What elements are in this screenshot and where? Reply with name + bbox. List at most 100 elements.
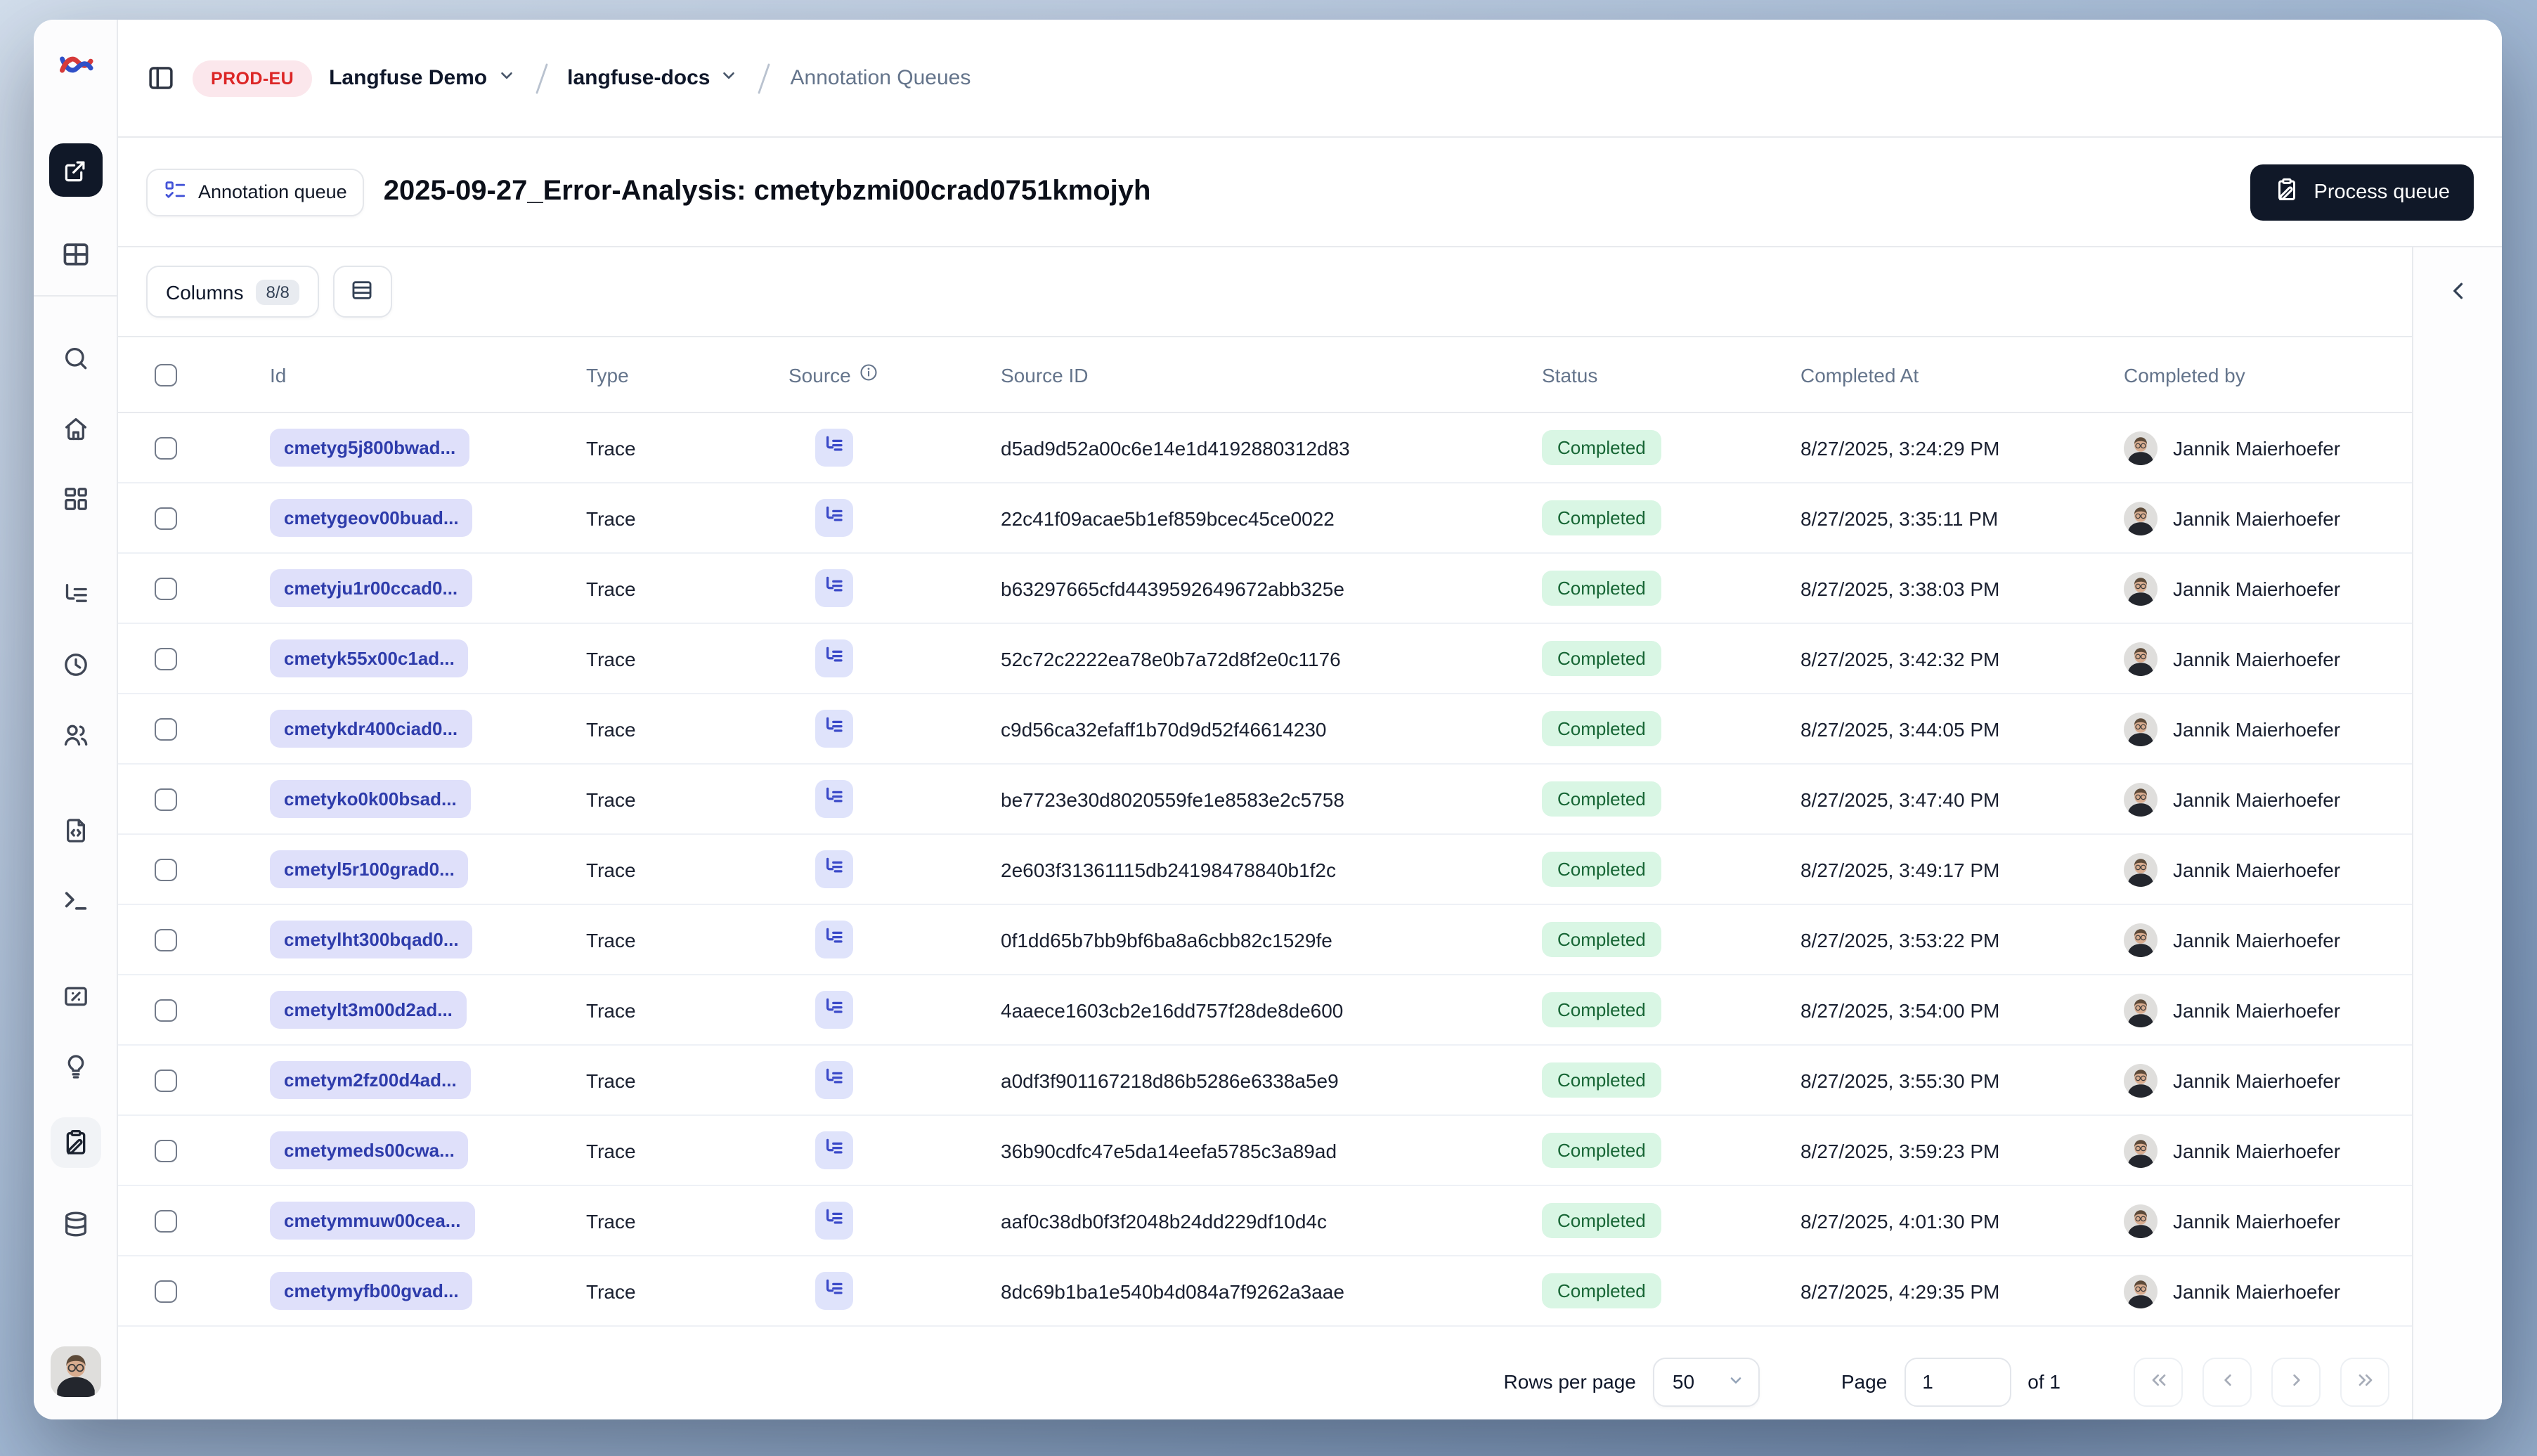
rows-per-page-select[interactable]: 50 bbox=[1652, 1357, 1760, 1406]
next-page-button[interactable] bbox=[2271, 1357, 2321, 1406]
header-completed-by[interactable]: Completed by bbox=[2124, 363, 2412, 386]
trace-source-chip[interactable] bbox=[815, 639, 853, 677]
list-tree-icon bbox=[824, 504, 845, 532]
table-row[interactable]: cmetymeds00cwa... Trace 36b90cdfc47e5da1… bbox=[118, 1116, 2412, 1186]
header-completed-at[interactable]: Completed At bbox=[1800, 363, 2124, 386]
item-id-badge[interactable]: cmetygeov00buad... bbox=[270, 499, 473, 537]
header-source-id[interactable]: Source ID bbox=[1001, 363, 1542, 386]
row-checkbox[interactable] bbox=[155, 647, 177, 670]
item-id-badge[interactable]: cmetyk55x00c1ad... bbox=[270, 639, 469, 677]
list-tree-icon bbox=[824, 1066, 845, 1094]
table-row[interactable]: cmetylht300bqad0... Trace 0f1dd65b7bb9bf… bbox=[118, 905, 2412, 975]
row-checkbox[interactable] bbox=[155, 1209, 177, 1232]
table-row[interactable]: cmetymmuw00cea... Trace aaf0c38db0f3f204… bbox=[118, 1186, 2412, 1256]
trace-source-chip[interactable] bbox=[815, 780, 853, 818]
playground-terminal-icon[interactable] bbox=[61, 887, 89, 915]
trace-source-chip[interactable] bbox=[815, 1131, 853, 1169]
row-checkbox[interactable] bbox=[155, 577, 177, 599]
list-tree-icon bbox=[824, 434, 845, 462]
trace-source-chip[interactable] bbox=[815, 1202, 853, 1240]
row-height-button[interactable] bbox=[332, 266, 392, 318]
completed-at-cell: 8/27/2025, 3:53:22 PM bbox=[1800, 928, 2000, 951]
table-row[interactable]: cmetyg5j800bwad... Trace d5ad9d52a00c6e1… bbox=[118, 413, 2412, 483]
row-checkbox[interactable] bbox=[155, 788, 177, 810]
table-row[interactable]: cmetym2fz00d4ad... Trace a0df3f901167218… bbox=[118, 1046, 2412, 1116]
datasets-database-icon[interactable] bbox=[61, 1210, 89, 1238]
row-checkbox[interactable] bbox=[155, 858, 177, 880]
item-id-badge[interactable]: cmetymmuw00cea... bbox=[270, 1202, 475, 1240]
users-icon[interactable] bbox=[61, 721, 89, 749]
item-id-badge[interactable]: cmetylt3m00d2ad... bbox=[270, 991, 467, 1029]
table-row[interactable]: cmetyk55x00c1ad... Trace 52c72c2222ea78e… bbox=[118, 624, 2412, 694]
row-checkbox[interactable] bbox=[155, 1139, 177, 1162]
previous-page-button[interactable] bbox=[2202, 1357, 2252, 1406]
page-input[interactable] bbox=[1904, 1357, 2011, 1406]
trace-source-chip[interactable] bbox=[815, 991, 853, 1029]
trace-source-chip[interactable] bbox=[815, 710, 853, 748]
sidebar-toggle-icon[interactable] bbox=[146, 63, 176, 93]
sessions-clock-icon[interactable] bbox=[61, 651, 89, 679]
completed-at-cell: 8/27/2025, 3:38:03 PM bbox=[1800, 577, 2000, 599]
item-id-badge[interactable]: cmetymyfb00gvad... bbox=[270, 1272, 473, 1310]
org-selector[interactable]: Langfuse Demo bbox=[329, 66, 515, 90]
project-selector[interactable]: langfuse-docs bbox=[567, 66, 738, 90]
completed-at-cell: 8/27/2025, 3:42:32 PM bbox=[1800, 647, 2000, 670]
trace-source-chip[interactable] bbox=[815, 850, 853, 888]
table-body: cmetyg5j800bwad... Trace d5ad9d52a00c6e1… bbox=[118, 413, 2412, 1344]
item-id-badge[interactable]: cmetym2fz00d4ad... bbox=[270, 1061, 471, 1099]
trace-source-chip[interactable] bbox=[815, 1061, 853, 1099]
header-status[interactable]: Status bbox=[1542, 363, 1800, 386]
trace-source-chip[interactable] bbox=[815, 921, 853, 958]
search-icon[interactable] bbox=[61, 344, 89, 372]
table-row[interactable]: cmetyko0k00bsad... Trace be7723e30d80205… bbox=[118, 765, 2412, 835]
row-checkbox[interactable] bbox=[155, 928, 177, 951]
table-row[interactable]: cmetymyfb00gvad... Trace 8dc69b1ba1e540b… bbox=[118, 1256, 2412, 1327]
header-id[interactable]: Id bbox=[270, 363, 586, 386]
tracing-list-tree-icon[interactable] bbox=[61, 580, 89, 609]
item-id-badge[interactable]: cmetyju1r00ccad0... bbox=[270, 569, 472, 607]
item-id-badge[interactable]: cmetylht300bqad0... bbox=[270, 921, 473, 958]
completed-by-cell: Jannik Maierhoefer bbox=[2124, 431, 2412, 464]
panel-expand-chevron-left-icon[interactable] bbox=[2445, 278, 2470, 306]
item-id-badge[interactable]: cmetykdr400ciad0... bbox=[270, 710, 472, 748]
table-row[interactable]: cmetylt3m00d2ad... Trace 4aaece1603cb2e1… bbox=[118, 975, 2412, 1046]
item-id-badge[interactable]: cmetyko0k00bsad... bbox=[270, 780, 471, 818]
scores-percent-icon[interactable] bbox=[61, 982, 89, 1010]
prompts-file-code-icon[interactable] bbox=[61, 817, 89, 845]
last-page-button[interactable] bbox=[2340, 1357, 2389, 1406]
table-row[interactable]: cmetyl5r100grad0... Trace 2e603f31361115… bbox=[118, 835, 2412, 905]
rows-icon bbox=[351, 278, 375, 306]
first-page-button[interactable] bbox=[2134, 1357, 2183, 1406]
trace-source-chip[interactable] bbox=[815, 569, 853, 607]
item-id-badge[interactable]: cmetymeds00cwa... bbox=[270, 1131, 469, 1169]
table-view-icon[interactable] bbox=[60, 239, 91, 270]
lightbulb-icon[interactable] bbox=[61, 1053, 89, 1081]
breadcrumb-slash-icon bbox=[758, 61, 771, 95]
select-all-checkbox[interactable] bbox=[155, 363, 177, 386]
columns-button[interactable]: Columns 8/8 bbox=[146, 266, 319, 318]
dashboard-icon[interactable] bbox=[61, 485, 89, 513]
home-icon[interactable] bbox=[61, 415, 89, 443]
trace-source-chip[interactable] bbox=[815, 499, 853, 537]
table-row[interactable]: cmetyju1r00ccad0... Trace b63297665cfd44… bbox=[118, 554, 2412, 624]
row-checkbox[interactable] bbox=[155, 1280, 177, 1302]
table-row[interactable]: cmetykdr400ciad0... Trace c9d56ca32efaff… bbox=[118, 694, 2412, 765]
row-checkbox[interactable] bbox=[155, 717, 177, 740]
trace-source-chip[interactable] bbox=[815, 429, 853, 467]
item-id-badge[interactable]: cmetyl5r100grad0... bbox=[270, 850, 469, 888]
source-id-cell: d5ad9d52a00c6e14e1d4192880312d83 bbox=[1001, 436, 1350, 459]
user-avatar[interactable] bbox=[50, 1346, 100, 1397]
header-source[interactable]: Source bbox=[789, 363, 1001, 386]
row-checkbox[interactable] bbox=[155, 1069, 177, 1091]
header-type[interactable]: Type bbox=[586, 363, 789, 386]
process-queue-button[interactable]: Process queue bbox=[2250, 164, 2474, 220]
open-external-button[interactable] bbox=[48, 143, 102, 197]
annotation-queues-active-item[interactable] bbox=[50, 1117, 100, 1168]
row-checkbox[interactable] bbox=[155, 999, 177, 1021]
row-checkbox[interactable] bbox=[155, 436, 177, 459]
status-badge: Completed bbox=[1542, 1133, 1661, 1168]
trace-source-chip[interactable] bbox=[815, 1272, 853, 1310]
row-checkbox[interactable] bbox=[155, 507, 177, 529]
item-id-badge[interactable]: cmetyg5j800bwad... bbox=[270, 429, 470, 467]
table-row[interactable]: cmetygeov00buad... Trace 22c41f09acae5b1… bbox=[118, 483, 2412, 554]
